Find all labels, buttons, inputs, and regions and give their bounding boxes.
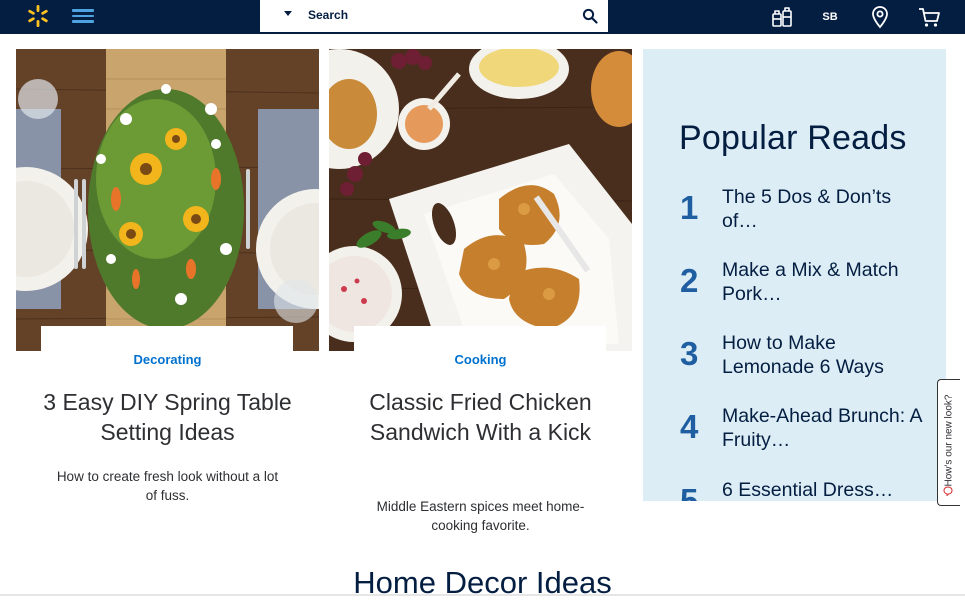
popular-item-number: 5 xyxy=(680,482,699,501)
account-avatar[interactable]: SB xyxy=(816,4,844,30)
popular-item-number: 4 xyxy=(680,408,699,445)
feedback-tab[interactable]: How's our new look? xyxy=(937,379,960,506)
popular-item-number: 3 xyxy=(680,335,699,372)
location-pin-icon[interactable] xyxy=(866,3,894,31)
card-description: How to create fresh look without a lot o… xyxy=(56,469,279,503)
table-setting-image[interactable] xyxy=(16,49,319,351)
top-header: Search SB xyxy=(0,0,965,34)
chat-bubble-icon xyxy=(943,486,953,496)
card-title[interactable]: 3 Easy DIY Spring Table Setting Ideas xyxy=(36,387,299,447)
popular-item-link[interactable]: Make a Mix & Match Pork… xyxy=(722,258,932,306)
popular-item-number: 2 xyxy=(680,262,699,299)
cart-icon[interactable] xyxy=(915,3,943,31)
popular-item-link[interactable]: 6 Essential Dress… xyxy=(722,478,932,501)
popular-reads-title: Popular Reads xyxy=(679,119,907,157)
search-input[interactable]: Search xyxy=(308,8,348,22)
search-icon[interactable] xyxy=(582,8,598,24)
popular-item-link[interactable]: How to Make Lemonade 6 Ways xyxy=(722,331,932,379)
popular-reads-panel: Popular Reads 1 The 5 Dos & Don’ts of… 2… xyxy=(643,49,946,501)
popular-item-link[interactable]: Make-Ahead Brunch: A Fruity… xyxy=(722,404,932,452)
card-title[interactable]: Classic Fried Chicken Sandwich With a Ki… xyxy=(349,387,612,447)
department-dropdown-icon[interactable] xyxy=(284,11,292,16)
popular-item-link[interactable]: The 5 Dos & Don’ts of… xyxy=(722,185,932,233)
card-category[interactable]: Decorating xyxy=(16,352,319,367)
reorder-icon[interactable] xyxy=(768,3,796,31)
popular-item-number: 1 xyxy=(680,189,699,226)
spark-logo[interactable] xyxy=(26,4,50,28)
menu-icon[interactable] xyxy=(72,6,94,26)
card-category[interactable]: Cooking xyxy=(329,352,632,367)
card-description: Middle Eastern spices meet home-cooking … xyxy=(376,499,585,533)
feedback-label: How's our new look? xyxy=(943,394,955,487)
fried-chicken-image[interactable] xyxy=(329,49,632,351)
search-bar[interactable]: Search xyxy=(260,0,608,32)
